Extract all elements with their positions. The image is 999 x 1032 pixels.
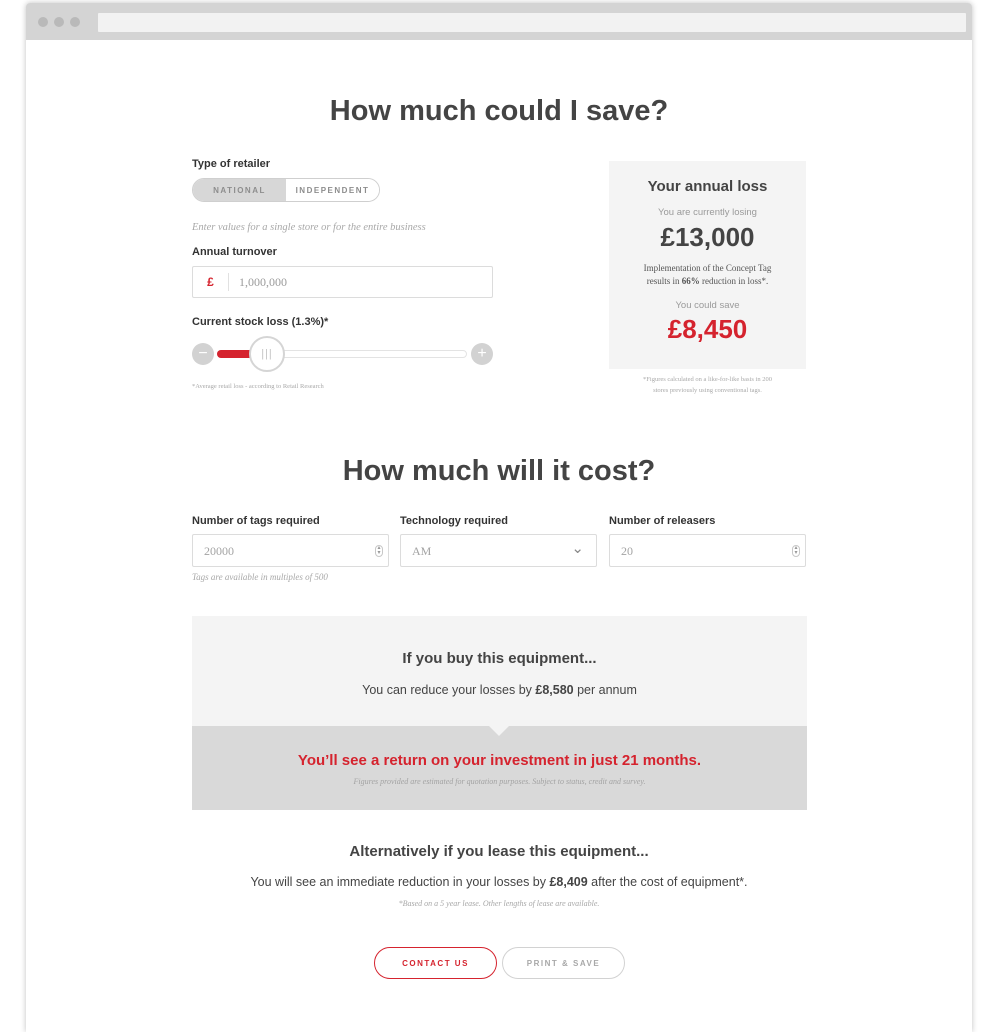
retail-research-footnote: *Average retail loss - according to Reta… <box>192 383 324 390</box>
could-save-value: £8,450 <box>667 314 748 344</box>
lease-amount: £8,409 <box>549 875 588 889</box>
buy-equipment-panel: If you buy this equipment... You can red… <box>192 616 807 810</box>
spinner-icon[interactable]: ▴ ▾ <box>792 545 800 557</box>
implementation-line1: Implementation of the Concept Tag <box>643 263 772 273</box>
implementation-line2: results in 66% reduction in loss*. <box>609 276 806 286</box>
toggle-option-independent[interactable]: INDEPENDENT <box>286 179 379 201</box>
technology-label: Technology required <box>400 515 508 527</box>
lease-heading: Alternatively if you lease this equipmen… <box>349 843 649 860</box>
turnover-value: 1,000,000 <box>239 274 287 289</box>
releasers-input[interactable]: 20 ▴ ▾ <box>609 534 806 567</box>
window-dot-icon <box>38 17 48 27</box>
print-save-button[interactable]: PRINT & SAVE <box>502 947 625 979</box>
tags-value: 20000 <box>204 544 234 558</box>
technology-select[interactable]: AM ⌄ <box>400 534 597 567</box>
could-save-label: You could save <box>675 300 740 311</box>
releasers-value: 20 <box>621 544 633 558</box>
implementation-pre: results in <box>646 276 682 286</box>
annual-loss-title: Your annual loss <box>647 178 768 195</box>
save-section-title: How much could I save? <box>329 95 669 127</box>
values-hint: Enter values for a single store or for t… <box>192 222 426 233</box>
turnover-input[interactable]: £ 1,000,000 <box>192 266 493 298</box>
quotation-disclaimer: Figures provided are estimated for quota… <box>353 777 646 786</box>
buy-reduction-amount: £8,580 <box>535 683 574 697</box>
stock-loss-label: Current stock loss (1.3%)* <box>192 316 329 328</box>
lease-text: You will see an immediate reduction in y… <box>26 875 972 889</box>
loss-footnote-line1: *Figures calculated on a like-for-like b… <box>643 376 772 383</box>
lease-text-pre: You will see an immediate reduction in y… <box>250 875 550 889</box>
current-loss-value: £13,000 <box>660 222 755 252</box>
currently-losing-label: You are currently losing <box>658 207 757 218</box>
window-dot-icon <box>70 17 80 27</box>
annual-loss-panel: Your annual loss You are currently losin… <box>609 161 806 369</box>
browser-toolbar <box>26 3 972 40</box>
window-dot-icon <box>54 17 64 27</box>
implementation-post: reduction in loss*. <box>699 276 769 286</box>
buy-heading: If you buy this equipment... <box>402 650 597 667</box>
minus-icon[interactable]: − <box>192 343 214 365</box>
plus-icon[interactable]: + <box>471 343 493 365</box>
releasers-label: Number of releasers <box>609 515 716 527</box>
spinner-icon[interactable]: ▴ ▾ <box>375 545 383 557</box>
return-text: You’ll see a return on your investment i… <box>297 752 702 769</box>
toggle-option-national[interactable]: NATIONAL <box>193 179 286 201</box>
callout-notch <box>489 726 509 736</box>
buy-reduction-pre: You can reduce your losses by <box>362 683 536 697</box>
buy-reduction-post: per annum <box>573 683 637 697</box>
pound-icon: £ <box>193 273 229 291</box>
turnover-label: Annual turnover <box>192 246 277 258</box>
buy-summary: If you buy this equipment... You can red… <box>192 616 807 726</box>
retailer-type-label: Type of retailer <box>192 158 271 170</box>
chevron-down-icon[interactable]: ⌄ <box>571 539 584 557</box>
tags-hint: Tags are available in multiples of 500 <box>192 572 328 582</box>
lease-footnote: *Based on a 5 year lease. Other lengths … <box>398 899 600 908</box>
contact-us-button[interactable]: CONTACT US <box>374 947 497 979</box>
address-bar[interactable] <box>98 13 966 32</box>
retailer-type-toggle: NATIONAL INDEPENDENT <box>192 178 380 202</box>
tags-input[interactable]: 20000 ▴ ▾ <box>192 534 389 567</box>
slider-handle[interactable]: ||| <box>249 336 285 372</box>
implementation-percent: 66% <box>681 276 700 286</box>
spin-down-icon[interactable]: ▾ <box>794 550 797 556</box>
buy-reduction-text: You can reduce your losses by £8,580 per… <box>192 683 807 697</box>
spin-down-icon[interactable]: ▾ <box>377 550 380 556</box>
loss-footnote-line2: stores previously using conventional tag… <box>653 387 762 394</box>
cost-section-title: How much will it cost? <box>342 455 656 487</box>
browser-window: How much could I save? Type of retailer … <box>26 3 972 1032</box>
technology-value: AM <box>412 544 432 558</box>
lease-text-post: after the cost of equipment*. <box>587 875 748 889</box>
tags-label: Number of tags required <box>192 515 320 527</box>
return-banner: You’ll see a return on your investment i… <box>192 726 807 810</box>
